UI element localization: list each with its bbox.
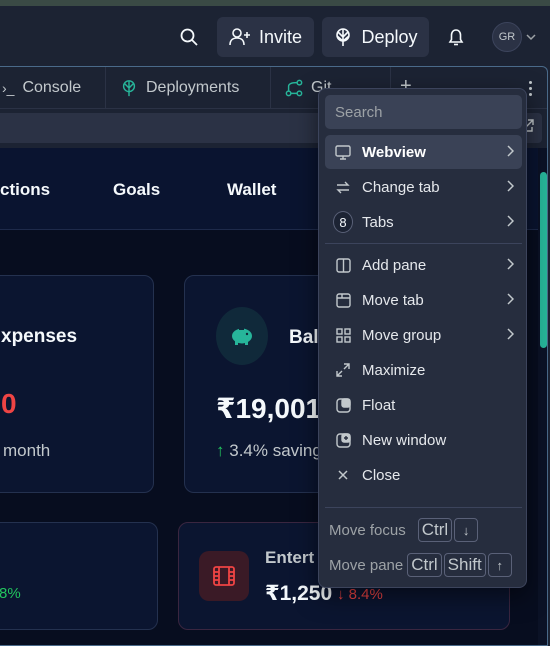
menu-item-move-group[interactable]: Move group	[325, 318, 522, 352]
key-arrow-up: ↑	[487, 553, 512, 577]
invite-button[interactable]: Invite	[217, 17, 314, 57]
tab-label: Deployments	[146, 79, 240, 96]
menu-item-label: Float	[362, 396, 396, 414]
close-icon	[338, 470, 348, 480]
card-note: month	[3, 441, 51, 460]
card-trend: 8%	[0, 585, 21, 602]
avatar: GR	[492, 22, 522, 52]
terminal-icon: ›_	[2, 80, 15, 96]
invite-label: Invite	[258, 26, 303, 47]
git-branch-icon	[285, 79, 303, 97]
card-value: ₹19,001	[216, 393, 322, 424]
menu-item-move-tab[interactable]: Move tab	[325, 283, 522, 317]
nav-item-goals[interactable]: Goals	[113, 180, 160, 200]
pane-context-menu: Webview Change tab 8 Tabs Add pane Move …	[318, 88, 527, 588]
shortcut-move-pane: Move pane Ctrl Shift ↑	[329, 552, 519, 578]
menu-item-float[interactable]: Float	[325, 388, 522, 422]
chevron-right-icon	[507, 215, 514, 227]
shortcut-move-focus: Move focus Ctrl ↓	[329, 517, 519, 543]
scrollbar-thumb[interactable]	[540, 172, 547, 348]
menu-separator	[325, 507, 522, 508]
chevron-right-icon	[507, 258, 514, 270]
swap-icon	[336, 181, 350, 193]
menu-separator	[325, 243, 522, 244]
menu-item-label: Move group	[362, 326, 442, 344]
card-title: Bal	[289, 327, 319, 348]
key-arrow-down: ↓	[454, 518, 479, 542]
key-shift: Shift	[443, 553, 486, 577]
card-title: Entert	[265, 548, 315, 567]
piggy-bank-icon	[216, 307, 268, 365]
account-menu[interactable]: GR	[488, 21, 540, 53]
menu-item-label: Tabs	[362, 213, 394, 231]
menu-item-maximize[interactable]: Maximize	[325, 353, 522, 387]
tab-label: Console	[22, 79, 82, 96]
menu-item-label: Close	[362, 466, 401, 484]
chevron-down-icon	[526, 34, 536, 41]
tab-deployments[interactable]: Deployments	[106, 67, 271, 109]
chevron-right-icon	[507, 180, 514, 192]
top-bar: Invite Deploy GR	[0, 6, 550, 68]
bell-icon	[448, 29, 464, 46]
card-trend: ↓ 8.4%	[337, 586, 383, 603]
deploy-icon	[122, 80, 136, 97]
menu-item-label: Move tab	[362, 291, 424, 309]
deploy-label: Deploy	[361, 26, 418, 47]
menu-item-label: Maximize	[362, 361, 426, 379]
shortcut-label: Move focus	[329, 521, 406, 539]
menu-item-label: Change tab	[362, 178, 440, 196]
shortcut-label: Move pane	[329, 556, 404, 574]
deploy-icon	[336, 28, 351, 46]
menu-item-label: Webview	[362, 143, 426, 161]
expenses-card: xpenses 0 month	[0, 275, 154, 493]
add-user-icon	[229, 28, 250, 46]
menu-item-label: New window	[362, 431, 447, 449]
menu-item-new-window[interactable]: New window	[325, 423, 522, 457]
card-trend: ↑ 3.4% saving	[216, 441, 322, 460]
search-icon	[180, 28, 198, 46]
summary-card: 8%	[0, 522, 158, 630]
tab-count-badge: 8	[333, 211, 353, 233]
grid-icon	[335, 327, 351, 343]
notifications-button[interactable]	[437, 18, 475, 56]
split-pane-icon	[335, 257, 351, 273]
menu-item-close[interactable]: Close	[325, 458, 522, 492]
deploy-button[interactable]: Deploy	[322, 17, 429, 57]
nav-item-wallet[interactable]: Wallet	[227, 180, 276, 200]
chevron-right-icon	[507, 328, 514, 340]
key-ctrl: Ctrl	[407, 553, 442, 577]
chevron-right-icon	[507, 145, 514, 157]
nav-item-transactions[interactable]: ctions	[0, 180, 50, 200]
key-ctrl: Ctrl	[417, 518, 453, 542]
menu-item-label: Add pane	[362, 256, 427, 274]
monitor-icon	[335, 144, 351, 160]
arrow-up-icon: ↑	[216, 441, 225, 460]
card-value: 0	[1, 388, 17, 419]
film-icon	[199, 551, 249, 601]
maximize-icon	[336, 363, 350, 377]
tab-console[interactable]: ›_ Console	[0, 67, 106, 109]
menu-item-webview[interactable]: Webview	[325, 135, 522, 169]
card-title: xpenses	[1, 326, 78, 347]
float-icon	[335, 397, 351, 413]
menu-item-tabs[interactable]: 8 Tabs	[325, 205, 522, 239]
menu-item-add-pane[interactable]: Add pane	[325, 248, 522, 282]
arrow-down-icon: ↓	[337, 586, 345, 603]
new-window-icon	[335, 432, 351, 448]
move-tab-icon	[335, 292, 351, 308]
chevron-right-icon	[507, 293, 514, 305]
menu-search-input[interactable]	[325, 95, 522, 129]
menu-item-change-tab[interactable]: Change tab	[325, 170, 522, 204]
search-button[interactable]	[170, 18, 208, 56]
